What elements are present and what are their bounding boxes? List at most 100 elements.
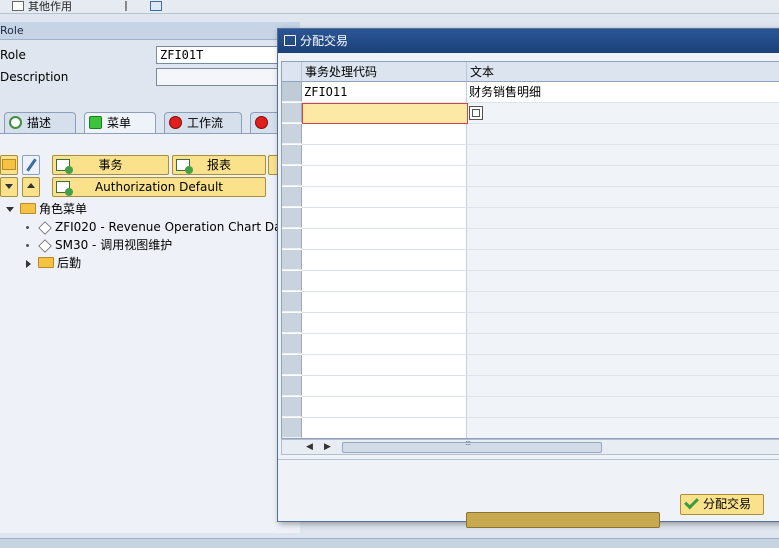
collapse-icon[interactable]	[26, 259, 31, 268]
tree-folder-logistics[interactable]: 后勤	[26, 254, 81, 272]
transaction-code-cell[interactable]	[302, 355, 467, 376]
edit-button[interactable]	[22, 155, 40, 175]
transaction-text-cell	[467, 187, 779, 208]
transaction-code-cell[interactable]	[302, 208, 467, 229]
add-node-icon	[56, 181, 73, 196]
transaction-code-cell[interactable]	[302, 145, 467, 166]
row-selector[interactable]	[282, 208, 302, 228]
transaction-code-cell[interactable]	[302, 250, 467, 271]
transaction-text-cell	[467, 166, 779, 187]
transaction-code-cell[interactable]	[302, 418, 467, 438]
transaction-text-cell: 财务销售明细	[467, 82, 779, 103]
role-field[interactable]: ZFI01T	[156, 46, 296, 64]
tab-menu-label: 菜单	[107, 116, 132, 130]
row-selector[interactable]	[282, 355, 302, 375]
row-selector[interactable]	[282, 313, 302, 333]
transaction-code-cell[interactable]	[302, 124, 467, 145]
transaction-code-cell[interactable]	[302, 271, 467, 292]
tree-root-label: 角色菜单	[39, 202, 88, 216]
row-selector[interactable]	[282, 418, 302, 438]
transaction-code-cell[interactable]	[302, 397, 467, 418]
transaction-text-cell	[467, 124, 779, 145]
row-selector[interactable]	[282, 292, 302, 312]
move-down-button[interactable]	[0, 177, 18, 197]
row-selector[interactable]	[282, 187, 302, 207]
transaction-text-cell	[467, 229, 779, 250]
transaction-code-cell[interactable]: ZFIO11	[302, 82, 467, 103]
tab-menu[interactable]: 菜单	[84, 112, 156, 134]
arrow-up-icon	[27, 183, 35, 188]
row-selector[interactable]	[282, 229, 302, 249]
tree-item-zfi020[interactable]: ZFI020 - Revenue Operation Chart Data	[26, 218, 294, 236]
description-label: Description	[0, 70, 69, 84]
move-up-button[interactable]	[22, 177, 40, 197]
tab-description[interactable]: 描述	[4, 112, 76, 134]
green-status-icon	[89, 116, 102, 129]
row-selector[interactable]	[282, 250, 302, 270]
transaction-code-cell[interactable]	[302, 334, 467, 355]
horizontal-scrollbar[interactable]: ◀ ▶	[281, 438, 779, 455]
folder-button[interactable]	[0, 155, 18, 175]
background-button	[466, 512, 660, 528]
add-node-icon	[176, 159, 193, 174]
dialog-title-bar[interactable]: 分配交易	[278, 29, 779, 53]
row-selector[interactable]	[282, 166, 302, 186]
authorization-default-button[interactable]: Authorization Default	[52, 177, 266, 197]
tree-root[interactable]: 角色菜单	[6, 200, 87, 218]
transaction-icon	[38, 238, 52, 253]
role-label: Role	[0, 48, 26, 62]
transaction-text-cell	[467, 292, 779, 313]
row-selector[interactable]	[282, 334, 302, 354]
dialog-title: 分配交易	[300, 34, 349, 48]
tree-folder-label: 后勤	[57, 256, 82, 270]
row-selector[interactable]	[282, 82, 302, 102]
column-header-text[interactable]: 文本	[467, 62, 779, 82]
add-report-button[interactable]: 报表	[172, 155, 266, 175]
select-all-corner[interactable]	[282, 62, 302, 82]
tab-workflow-label: 工作流	[187, 116, 224, 130]
transaction-text-cell	[467, 145, 779, 166]
transaction-text-cell	[467, 208, 779, 229]
transaction-text-cell	[467, 376, 779, 397]
transaction-code-cell[interactable]	[302, 376, 467, 397]
scroll-left-icon[interactable]: ◀	[306, 442, 313, 452]
save-icon[interactable]	[150, 1, 162, 11]
transaction-text-cell	[467, 313, 779, 334]
transaction-code-cell[interactable]	[302, 187, 467, 208]
transaction-code-cell[interactable]	[302, 229, 467, 250]
transaction-text-cell	[467, 103, 779, 124]
transaction-code-input[interactable]	[302, 103, 468, 124]
row-selector[interactable]	[282, 124, 302, 144]
role-row: Role ZFI01T	[0, 44, 300, 66]
assign-transactions-button[interactable]: 分配交易	[680, 494, 764, 515]
separator-icon	[125, 1, 127, 11]
value-help-icon[interactable]	[469, 106, 483, 120]
dialog-separator	[278, 459, 779, 460]
transaction-text-cell	[467, 418, 779, 438]
row-selector[interactable]	[282, 145, 302, 165]
row-selector[interactable]	[282, 397, 302, 417]
folder-icon	[38, 257, 54, 268]
scrollbar-thumb[interactable]	[342, 438, 602, 453]
row-selector[interactable]	[282, 271, 302, 291]
tree-item-label: SM30 - 调用视图维护	[55, 238, 173, 252]
description-field[interactable]	[156, 68, 296, 86]
transaction-text-cell	[467, 334, 779, 355]
add-transaction-label: 事务	[98, 158, 123, 172]
transaction-code-cell[interactable]	[302, 166, 467, 187]
other-functions-menu[interactable]: 其他作用	[28, 0, 72, 14]
add-transaction-button[interactable]: 事务	[52, 155, 169, 175]
transaction-code-cell[interactable]	[302, 313, 467, 334]
row-selector[interactable]	[282, 376, 302, 396]
document-icon[interactable]	[12, 1, 24, 11]
transaction-text-cell	[467, 271, 779, 292]
column-header-code[interactable]: 事务处理代码	[302, 62, 467, 82]
transaction-code-cell[interactable]	[302, 292, 467, 313]
tree-item-sm30[interactable]: SM30 - 调用视图维护	[26, 236, 172, 254]
scroll-right-icon[interactable]: ▶	[324, 442, 331, 452]
expand-icon[interactable]	[6, 207, 14, 212]
red-status-icon	[169, 116, 182, 129]
row-selector[interactable]	[282, 103, 302, 123]
tab-workflow[interactable]: 工作流	[164, 112, 242, 134]
transaction-icon	[38, 220, 52, 235]
